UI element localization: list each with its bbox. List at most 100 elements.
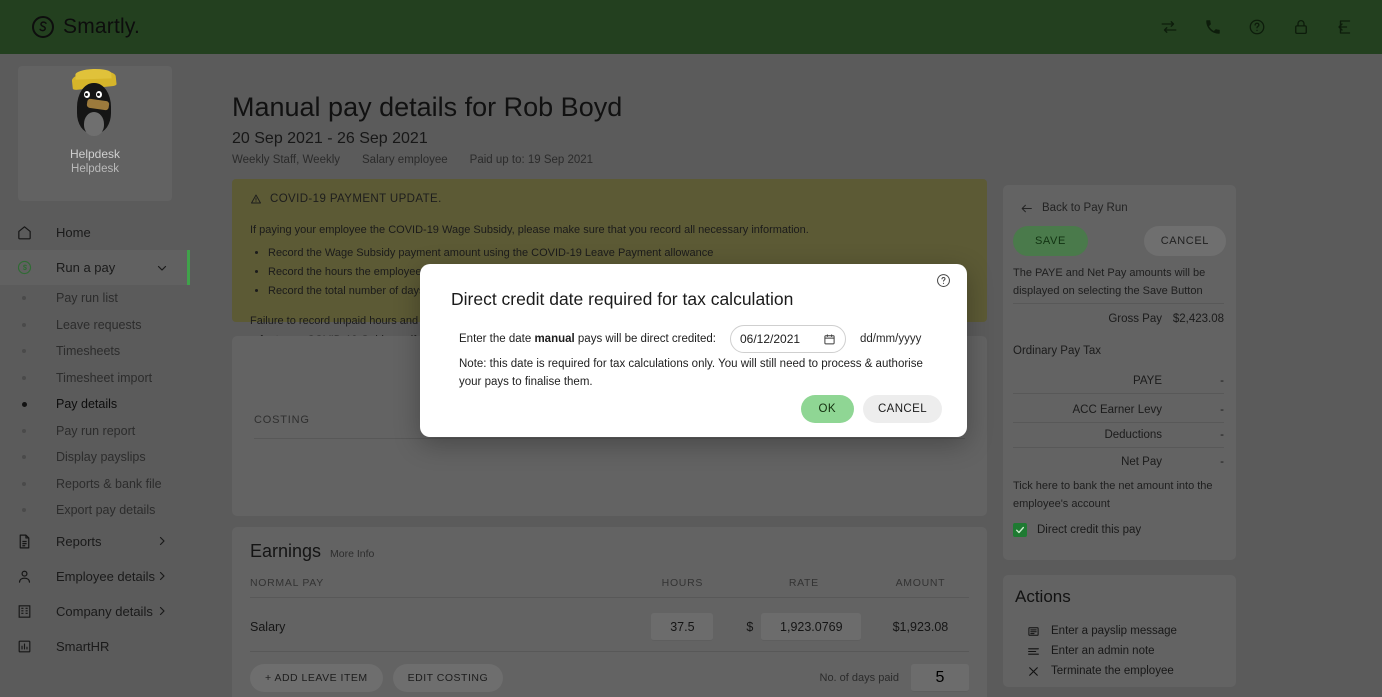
divider [254,438,965,439]
paye-label: PAYE [1133,375,1162,387]
sidebar-item-timesheet-import[interactable]: Timesheet import [0,365,190,392]
bullet-icon [14,455,34,460]
rate-input[interactable]: 1,923.0769 [761,613,862,641]
divider [250,597,969,598]
sidebar-item-pay-details[interactable]: Pay details [0,391,190,418]
bullet-icon [14,508,34,513]
chevron-down-icon[interactable] [156,262,168,274]
calendar-icon[interactable] [823,333,836,346]
action-label: Terminate the employee [1051,665,1174,677]
profile-card[interactable]: Helpdesk Helpdesk [18,66,172,201]
covid-intro: If paying your employee the COVID-19 Wag… [250,224,809,236]
help-circle-icon[interactable] [1248,18,1266,36]
sidebar-item-label: Employee details [56,568,155,584]
sidebar-item-pay-run-report[interactable]: Pay run report [0,418,190,445]
edit-costing-button[interactable]: EDIT COSTING [392,664,504,692]
bullet-icon [14,481,34,486]
sidebar-nav: Home Run a pay Pay run list Leave reques… [0,215,190,664]
sidebar-item-run-a-pay[interactable]: Run a pay [0,250,190,285]
brand-text: Smartly. [63,15,141,38]
rail-action-buttons: SAVE CANCEL [1013,226,1226,256]
sidebar-item-label: Display payslips [56,450,146,465]
modal-note: Note: this date is required for tax calc… [459,358,923,388]
sidebar-item-pay-run-list[interactable]: Pay run list [0,285,190,312]
sidebar-item-home[interactable]: Home [0,215,190,250]
bullet-icon [14,375,34,380]
sidebar-item-smarthr[interactable]: SmartHR [0,629,190,664]
action-enter-payslip-message[interactable]: Enter a payslip message [1027,621,1177,641]
sidebar-item-employee-details[interactable]: Employee details [0,559,190,594]
days-paid-input[interactable]: 5 [911,664,969,692]
paye-row: PAYE - [1013,375,1224,387]
covid-banner-title: COVID-19 PAYMENT UPDATE. [270,193,442,205]
sidebar-item-company-details[interactable]: Company details [0,594,190,629]
back-link-label: Back to Pay Run [1042,202,1128,214]
check-icon[interactable] [1013,523,1027,537]
meta-pay-group: Weekly Staff, Weekly [232,154,341,166]
earning-name: Salary [250,620,286,634]
column-header-rate: RATE [788,577,819,589]
lock-icon[interactable] [1292,18,1310,36]
chevron-right-icon[interactable] [156,535,168,547]
column-header-hours: HOURS [661,577,704,589]
bullet-icon [14,428,34,433]
sidebar-item-timesheets[interactable]: Timesheets [0,338,190,365]
sidebar-item-label: Company details [56,603,153,619]
sidebar-item-reports-bank-file[interactable]: Reports & bank file [0,471,190,498]
help-circle-icon[interactable] [936,273,951,288]
more-info-link[interactable]: More Info [330,548,374,560]
direct-credit-date-input[interactable]: 06/12/2021 [729,325,846,353]
avatar [63,69,127,138]
modal-cancel-button[interactable]: CANCEL [862,395,942,423]
sidebar-item-label: Timesheets [56,344,121,359]
covid-bullet: Record the Wage Subsidy payment amount u… [268,245,969,262]
sidebar-item-display-payslips[interactable]: Display payslips [0,444,190,471]
sidebar-item-label: Export pay details [56,503,156,518]
chevron-right-icon[interactable] [156,570,168,582]
action-enter-admin-note[interactable]: Enter an admin note [1027,641,1177,661]
paye-value: - [1220,375,1224,387]
divider [1013,303,1224,304]
save-button[interactable]: SAVE [1013,226,1088,256]
cancel-button[interactable]: CANCEL [1143,226,1226,256]
divider [1013,422,1224,423]
currency-symbol: $ [746,620,754,634]
phone-icon[interactable] [1204,18,1222,36]
costing-section-label: COSTING [254,414,310,426]
sidebar-item-label: Pay run report [56,423,136,438]
question-post: pays will be direct credited: [574,333,716,345]
chevron-right-icon[interactable] [156,605,168,617]
paye-note: The PAYE and Net Pay amounts will be dis… [1013,267,1206,297]
net-pay-row: Net Pay - [1013,456,1224,468]
direct-credit-checkbox-row[interactable]: Direct credit this pay [1013,523,1141,537]
arrow-left-icon [1020,203,1033,214]
sidebar-item-leave-requests[interactable]: Leave requests [0,312,190,339]
actions-card: Actions Enter a payslip message Enter an… [1003,575,1236,687]
back-to-pay-run-link[interactable]: Back to Pay Run [1020,202,1128,214]
warning-triangle-icon [250,193,262,205]
divider [1013,447,1224,448]
divider [250,651,969,652]
action-terminate-employee[interactable]: Terminate the employee [1027,661,1177,681]
ok-button[interactable]: OK [800,395,854,423]
amount-cell: $1,923.08 [892,620,949,634]
logout-icon[interactable] [1336,18,1354,36]
direct-credit-date-modal: Direct credit date required for tax calc… [420,264,967,437]
modal-question: Enter the date manual pays will be direc… [459,333,716,345]
hours-input[interactable]: 37.5 [651,613,714,641]
column-header-normal-pay: NORMAL PAY [250,577,324,589]
earnings-column-headers: NORMAL PAY HOURS RATE AMOUNT [250,577,969,589]
sidebar-item-export-pay-details[interactable]: Export pay details [0,497,190,524]
pay-summary-card: Back to Pay Run SAVE CANCEL The PAYE and… [1003,185,1236,560]
add-leave-item-button[interactable]: + ADD LEAVE ITEM [250,664,383,692]
transfer-icon[interactable] [1160,18,1178,36]
sidebar-item-label: SmartHR [56,638,110,654]
sidebar-item-label: Timesheet import [56,370,153,385]
bullet-icon [14,322,34,327]
brand-logo[interactable]: Smartly. [32,15,140,39]
admin-note-icon [1027,645,1040,658]
hours-cell: 37.5 [629,613,736,641]
date-format-hint: dd/mm/yyyy [859,333,922,345]
chart-icon [14,636,34,656]
sidebar-item-reports[interactable]: Reports [0,524,190,559]
